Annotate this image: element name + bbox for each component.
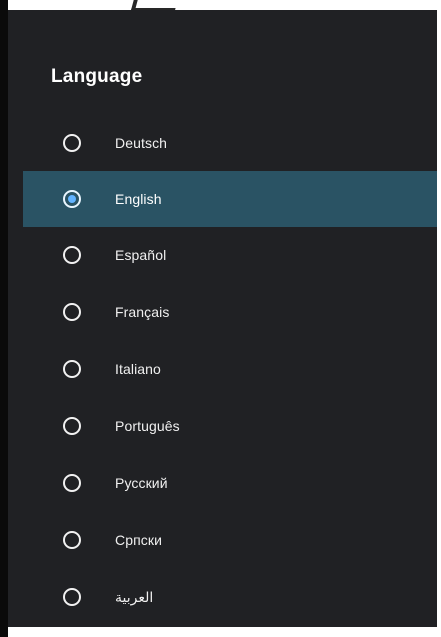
- partial-glyph: [130, 0, 182, 10]
- language-option-portugues[interactable]: Português: [23, 398, 437, 454]
- language-option-italiano[interactable]: Italiano: [23, 341, 437, 397]
- radio-unselected-icon: [63, 588, 81, 606]
- language-settings-panel: Language Deutsch English Español Françai…: [8, 10, 437, 627]
- language-option-english[interactable]: English: [23, 171, 437, 227]
- radio-unselected-icon: [63, 417, 81, 435]
- language-option-francais[interactable]: Français: [23, 284, 437, 340]
- language-label: Italiano: [115, 361, 161, 377]
- language-label: Српски: [115, 532, 163, 548]
- radio-unselected-icon: [63, 134, 81, 152]
- language-label: Deutsch: [115, 135, 168, 151]
- radio-unselected-icon: [63, 303, 81, 321]
- page-title: Language: [51, 66, 143, 87]
- language-label: English: [115, 191, 162, 207]
- language-label: Français: [115, 304, 170, 320]
- radio-unselected-icon: [63, 360, 81, 378]
- right-crop-strip: [437, 10, 441, 627]
- language-option-espanol[interactable]: Español: [23, 227, 437, 283]
- language-label: Español: [115, 247, 167, 263]
- language-label: Русский: [115, 475, 168, 491]
- language-label: العربية: [115, 588, 154, 605]
- radio-unselected-icon: [63, 531, 81, 549]
- top-crop-strip: [8, 0, 441, 10]
- radio-unselected-icon: [63, 246, 81, 264]
- language-option-deutsch[interactable]: Deutsch: [23, 115, 437, 171]
- left-bezel: [0, 0, 8, 637]
- language-label: Português: [115, 418, 180, 434]
- radio-unselected-icon: [63, 474, 81, 492]
- language-list: Deutsch English Español Français Italian…: [8, 115, 437, 627]
- radio-selected-icon: [63, 190, 81, 208]
- screenshot-frame: Language Deutsch English Español Françai…: [0, 0, 441, 637]
- bottom-crop-strip: [8, 627, 441, 637]
- language-option-arabic[interactable]: العربية: [23, 569, 437, 625]
- language-option-srpski[interactable]: Српски: [23, 512, 437, 568]
- language-option-russkiy[interactable]: Русский: [23, 455, 437, 511]
- radio-selected-dot: [68, 195, 76, 203]
